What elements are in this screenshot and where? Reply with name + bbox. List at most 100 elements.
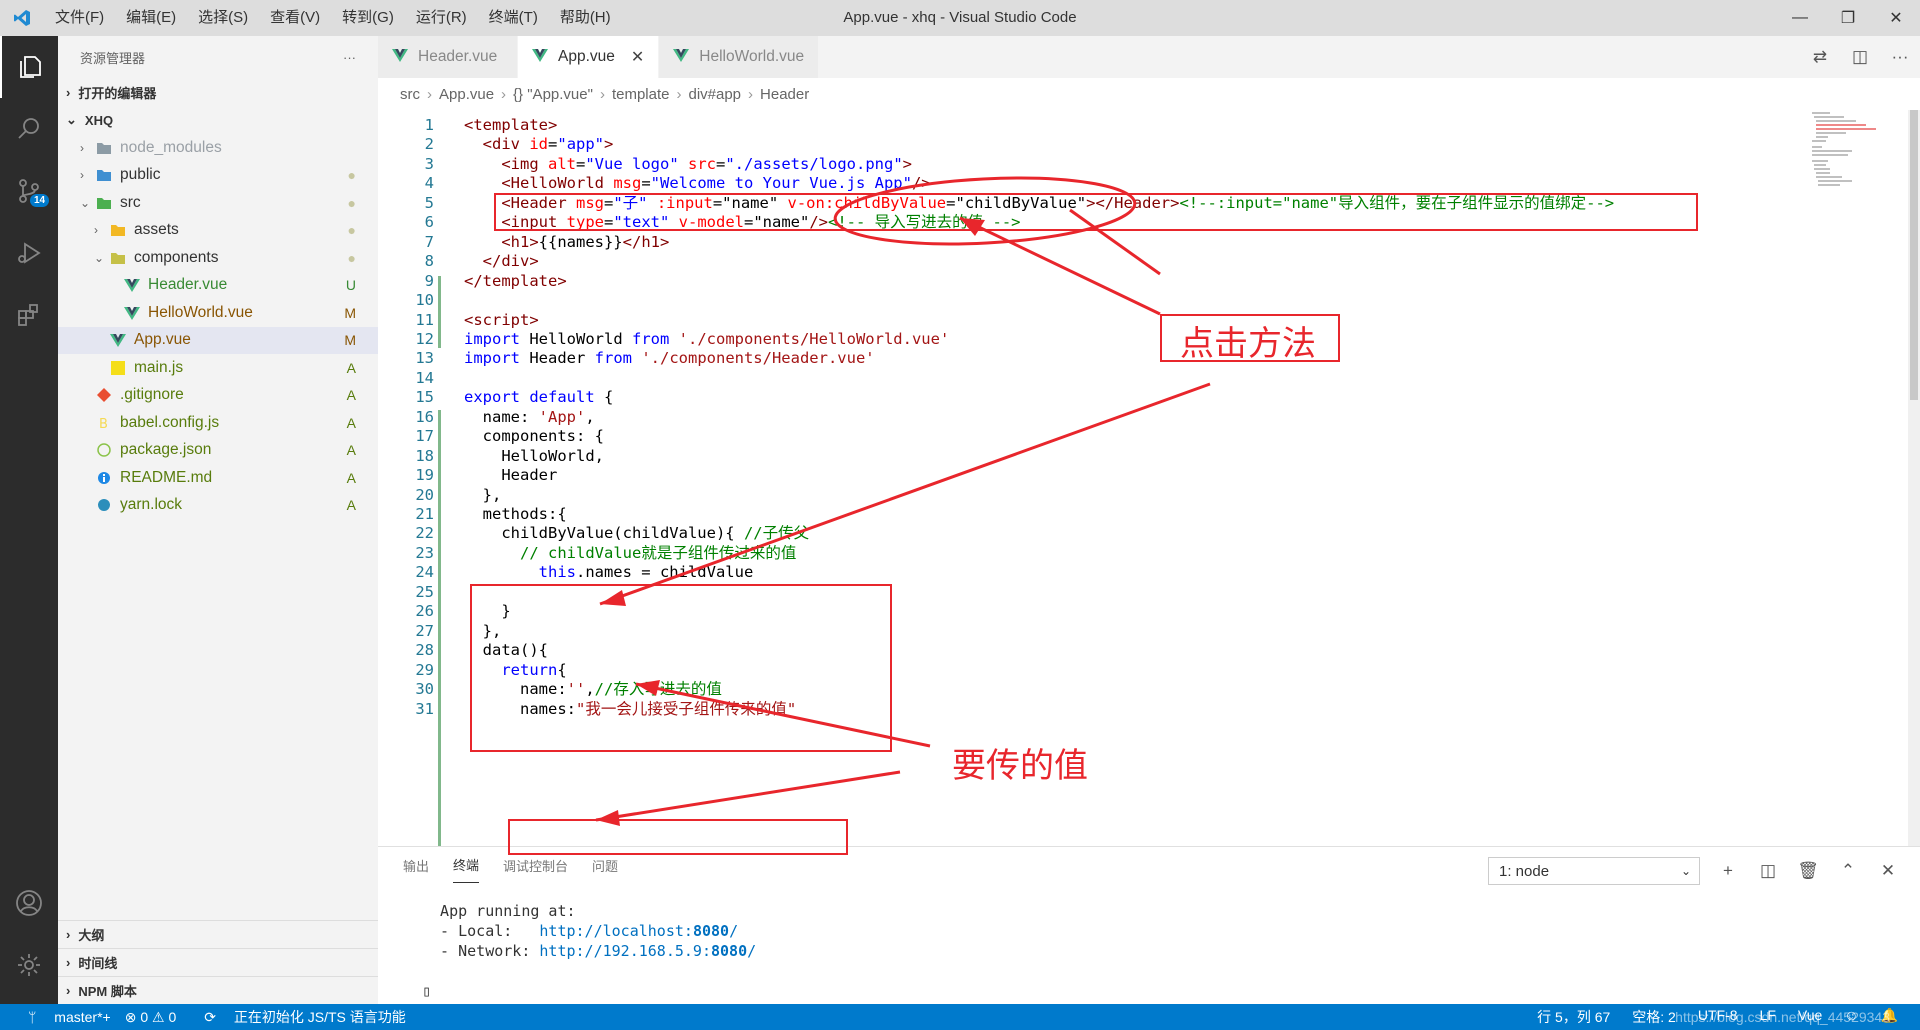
tree-item-main-js[interactable]: main.js A xyxy=(58,354,378,382)
tab-app-vue[interactable]: App.vue ✕ xyxy=(518,36,660,78)
breadcrumb-item[interactable]: div#app xyxy=(688,86,741,103)
tree-item-label: assets xyxy=(134,221,179,239)
code-editor[interactable]: 1 <template> 2 <div id="app"> 3 <img alt="V… xyxy=(378,110,1920,846)
workspace-root[interactable]: ⌄ XHQ xyxy=(58,106,378,134)
menu-item[interactable]: 转到(G) xyxy=(331,0,405,36)
indentation[interactable]: 空格: 2 xyxy=(1632,1007,1676,1027)
panel-tab[interactable]: 输出 xyxy=(403,848,429,883)
trash-icon[interactable]: 🗑 xyxy=(1788,857,1828,885)
code-token: './components/Header.vue' xyxy=(641,349,875,368)
code-token: Header xyxy=(464,466,558,485)
more-actions-icon[interactable]: ··· xyxy=(343,50,356,65)
breadcrumb-item[interactable]: {} "App.vue" xyxy=(513,86,593,103)
source-control-icon[interactable]: 14 xyxy=(0,160,58,222)
code-token: import xyxy=(464,329,530,348)
network-url[interactable]: http://192.168.5.9: xyxy=(539,942,711,960)
code-token: ></Header> xyxy=(1086,193,1180,212)
tab-helloworld-vue[interactable]: HelloWorld.vue xyxy=(659,36,820,78)
code-token: <div xyxy=(482,135,530,154)
tree-item-label: App.vue xyxy=(134,331,191,349)
task-label: 正在初始化 JS/TS 语言功能 xyxy=(233,1009,406,1025)
sidebar-section[interactable]: › 时间线 xyxy=(58,948,378,976)
code-token: msg xyxy=(613,174,642,193)
terminal-select[interactable]: 1: node ⌄ xyxy=(1488,857,1700,885)
code-token: = xyxy=(603,193,614,212)
extensions-icon[interactable] xyxy=(0,284,58,346)
new-terminal-icon[interactable]: + xyxy=(1708,857,1748,885)
code-token: { xyxy=(557,660,567,679)
tree-item-components[interactable]: ⌄ components ● xyxy=(58,244,378,272)
panel-tab[interactable]: 终端 xyxy=(453,847,480,883)
sidebar-section[interactable]: › NPM 脚本 xyxy=(58,976,378,1004)
search-icon[interactable] xyxy=(0,98,58,160)
maximize-panel-icon[interactable]: ⌃ xyxy=(1828,857,1868,885)
chevron-right-icon: › xyxy=(748,85,754,103)
terminal-output[interactable]: App running at: - Local: http://localhos… xyxy=(422,901,756,1001)
run-debug-icon[interactable] xyxy=(0,222,58,284)
code-token: }, xyxy=(464,621,502,640)
breadcrumb-item[interactable]: App.vue xyxy=(439,86,494,103)
tree-item-public[interactable]: › public ● xyxy=(58,162,378,190)
panel-tab[interactable]: 问题 xyxy=(592,848,618,883)
code-token: .names = childValue xyxy=(575,563,754,582)
chevron-down-icon: ⌄ xyxy=(94,250,105,265)
restore-icon[interactable]: ❐ xyxy=(1824,0,1872,36)
open-editors-section[interactable]: › 打开的编辑器 xyxy=(58,78,378,106)
breadcrumb-item[interactable]: Header xyxy=(760,86,809,103)
branch-indicator[interactable]: ᛘ master*+ xyxy=(14,1009,111,1025)
task-status[interactable]: ⟳ 正在初始化 JS/TS 语言功能 xyxy=(190,1007,406,1027)
gear-icon[interactable] xyxy=(0,934,58,996)
status-bar: ᛘ master*+ ⊗ 0 ⚠ 0 ⟳ 正在初始化 JS/TS 语言功能 行 … xyxy=(0,1004,1920,1030)
tree-item-label: components xyxy=(134,248,219,266)
explorer-title: 资源管理器 xyxy=(80,50,146,66)
split-editor-icon[interactable]: ◫ xyxy=(1840,36,1880,78)
tree-item-package-json[interactable]: package.json A xyxy=(58,437,378,465)
breadcrumb-item[interactable]: template xyxy=(612,86,670,103)
panel-tab[interactable]: 调试控制台 xyxy=(503,848,568,883)
code-token: "Welcome to Your Vue.js App" xyxy=(650,174,912,193)
sidebar-section[interactable]: › 大纲 xyxy=(58,920,378,948)
tree-item--gitignore[interactable]: .gitignore A xyxy=(58,382,378,410)
menu-item[interactable]: 查看(V) xyxy=(259,0,331,36)
menu-item[interactable]: 运行(R) xyxy=(405,0,478,36)
code-token: <!--:input="name"导入组件，要在子组件显示的值绑定--> xyxy=(1179,193,1615,212)
tree-item-readme-md[interactable]: README.md A xyxy=(58,464,378,492)
menu-item[interactable]: 终端(T) xyxy=(478,0,549,36)
problems-indicator[interactable]: ⊗ 0 ⚠ 0 xyxy=(125,1009,177,1026)
explorer-icon[interactable] xyxy=(0,36,58,98)
accounts-icon[interactable] xyxy=(0,872,58,934)
tree-item-header-vue[interactable]: Header.vue U xyxy=(58,272,378,300)
tab-header-vue[interactable]: Header.vue xyxy=(378,36,518,78)
breadcrumb-item[interactable]: src xyxy=(400,86,420,103)
close-window-icon[interactable]: ✕ xyxy=(1872,0,1920,36)
tree-item-node-modules[interactable]: › node_modules xyxy=(58,134,378,162)
menu-item[interactable]: 编辑(E) xyxy=(115,0,187,36)
local-url[interactable]: http://localhost: xyxy=(539,922,693,940)
git-branch-icon: ᛘ xyxy=(28,1009,41,1025)
minimize-icon[interactable]: — xyxy=(1776,0,1824,36)
tree-item-assets[interactable]: › assets ● xyxy=(58,217,378,245)
tree-item-app-vue[interactable]: App.vue M xyxy=(58,326,378,354)
tree-item-helloworld-vue[interactable]: HelloWorld.vue M xyxy=(58,299,378,327)
menu-item[interactable]: 选择(S) xyxy=(187,0,259,36)
compare-changes-icon[interactable]: ⇄ xyxy=(1800,36,1840,78)
menu-item[interactable]: 文件(F) xyxy=(44,0,115,36)
editor-scrollbar[interactable] xyxy=(1908,110,1920,846)
split-terminal-icon[interactable]: ◫ xyxy=(1748,857,1788,885)
more-actions-icon[interactable]: ··· xyxy=(1880,36,1920,78)
tree-item-yarn-lock[interactable]: yarn.lock A xyxy=(58,492,378,520)
tree-item-babel-config-js[interactable]: Bbabel.config.js A xyxy=(58,409,378,437)
cursor-position[interactable]: 行 5，列 67 xyxy=(1537,1007,1610,1027)
branch-name: master*+ xyxy=(54,1009,111,1025)
minimap[interactable] xyxy=(1808,110,1908,846)
menu-item[interactable]: 帮助(H) xyxy=(549,0,622,36)
sidebar-section-label: NPM 脚本 xyxy=(78,984,137,999)
watermark: https://blog.csdn.net/qq_44529343 xyxy=(1675,1009,1890,1025)
tree-item-src[interactable]: ⌄ src ● xyxy=(58,189,378,217)
close-panel-icon[interactable]: ✕ xyxy=(1868,857,1908,885)
close-tab-icon[interactable]: ✕ xyxy=(615,47,644,67)
folder-green-icon xyxy=(94,194,114,212)
